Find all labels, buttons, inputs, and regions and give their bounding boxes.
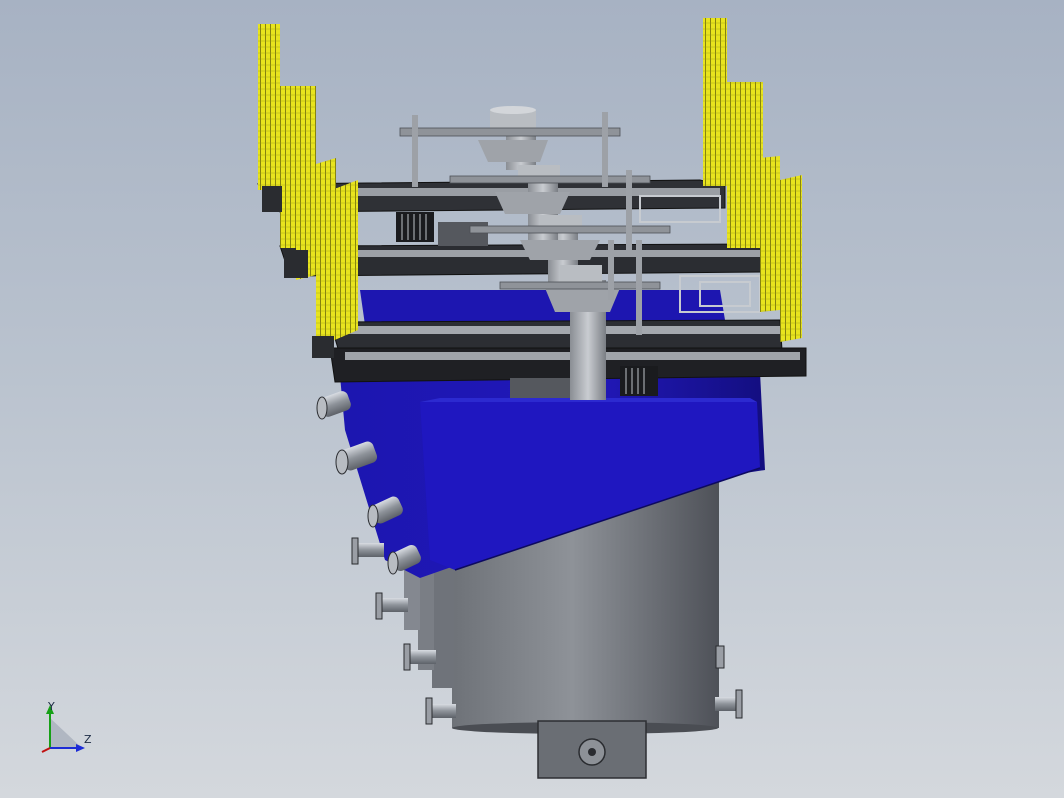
nozzle-5 bbox=[351, 537, 384, 565]
nozzle-8 bbox=[425, 697, 456, 725]
nozzle-9 bbox=[715, 689, 743, 719]
coordinate-triad: Y Z bbox=[38, 698, 98, 754]
axis-z-label: Z bbox=[84, 733, 92, 746]
3d-model-assembly[interactable] bbox=[0, 0, 1064, 798]
cad-viewport[interactable]: Y Z bbox=[0, 0, 1064, 798]
nozzle-6 bbox=[375, 592, 408, 620]
nozzle-10 bbox=[715, 645, 725, 669]
axis-y-label: Y bbox=[48, 700, 55, 713]
heater-left bbox=[258, 24, 358, 358]
bottom-drain-box[interactable] bbox=[537, 720, 647, 779]
